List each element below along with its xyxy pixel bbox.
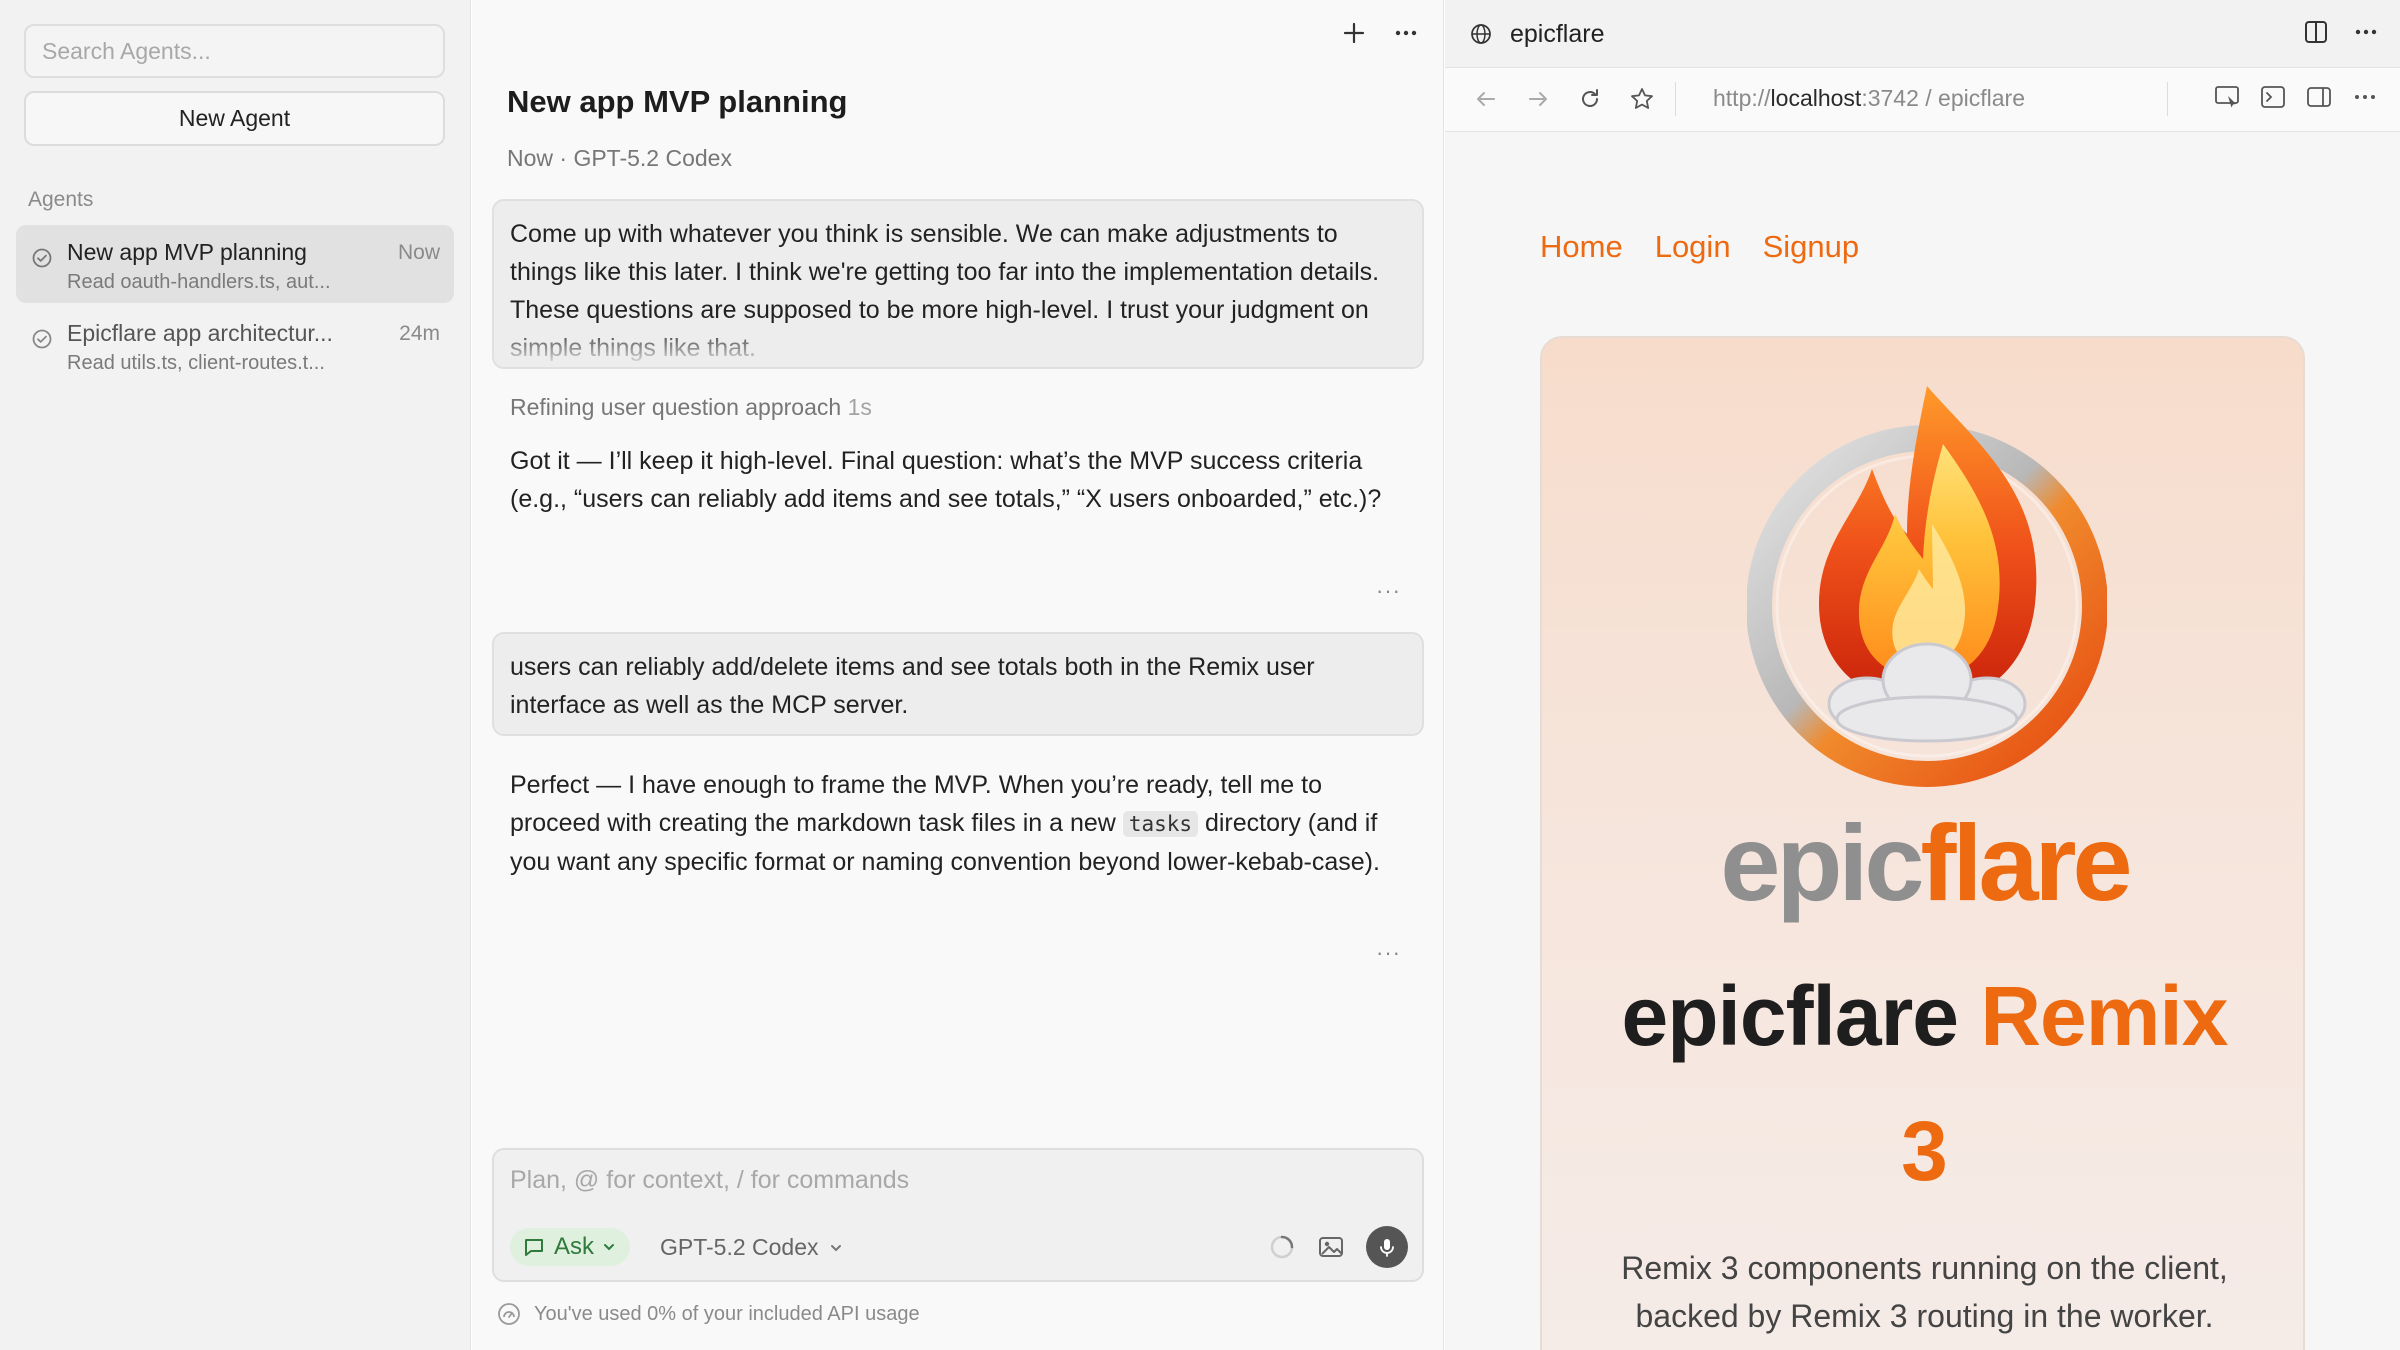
terminal-icon[interactable] [2258, 82, 2288, 112]
plus-icon[interactable] [1337, 16, 1371, 50]
more-horizontal-icon[interactable] [1389, 16, 1423, 50]
wordmark-flare: flare [1920, 802, 2132, 923]
check-circle-icon [32, 329, 52, 349]
chat-title: New app MVP planning [507, 84, 848, 119]
search-agents-input[interactable]: Search Agents... [24, 24, 445, 78]
prompt-input[interactable]: Plan, @ for context, / for commands [510, 1166, 909, 1195]
hero-version-number: 3 [1901, 1104, 1948, 1198]
forward-arrow-icon[interactable] [1521, 82, 1555, 116]
site-nav: Home Login Signup [1540, 229, 1859, 265]
split-view-icon[interactable] [2302, 18, 2330, 46]
chat-bubble-icon [525, 1239, 543, 1256]
agent-item-epicflare-architecture[interactable]: Epicflare app architectur... 24m Read ut… [16, 306, 454, 384]
user-message[interactable]: users can reliably add/delete items and … [492, 632, 1424, 736]
spinner-icon [1270, 1235, 1294, 1259]
wordmark-epic: epic [1720, 802, 1924, 923]
agent-item-title: Epicflare app architectur... [67, 320, 333, 346]
agent-item-subtitle: Read oauth-handlers.ts, aut... [67, 271, 331, 293]
hero-title: epicflare Remix [1542, 968, 2307, 1065]
agent-item-time: Now [397, 241, 440, 264]
model-label: GPT-5.2 Codex [660, 1234, 819, 1260]
inspect-icon[interactable] [2212, 82, 2242, 112]
hero-title-main: epicflare [1621, 969, 1981, 1063]
reload-icon[interactable] [1573, 82, 1607, 116]
hero-description: Remix 3 components running on the client… [1621, 1250, 2228, 1334]
hero-card: epicflare epicflare Remix 3 Remix 3 comp… [1540, 336, 2305, 1350]
nav-link-home[interactable]: Home [1540, 229, 1623, 265]
epicflare-wordmark: epicflare [1542, 800, 2307, 925]
address-bar[interactable]: http://localhost:3742 / epicflare [1713, 85, 2025, 112]
agents-sidebar: Search Agents... New Agent Agents New ap… [0, 0, 471, 1350]
usage-info: You've used 0% of your included API usag… [496, 1301, 920, 1327]
thinking-label: Refining user question approach [510, 394, 842, 420]
image-icon[interactable] [1316, 1232, 1346, 1262]
mode-select[interactable]: Ask [510, 1228, 631, 1266]
usage-gauge-icon [498, 1303, 520, 1325]
back-arrow-icon[interactable] [1469, 82, 1503, 116]
thinking-status[interactable]: Refining user question approach 1s [510, 394, 872, 421]
microphone-icon[interactable] [1366, 1226, 1408, 1268]
nav-link-signup[interactable]: Signup [1763, 229, 1860, 265]
sidebar-icon[interactable] [2304, 82, 2334, 112]
browser-nav-bar: http://localhost:3742 / epicflare [1445, 68, 2400, 132]
epicflare-logo [1747, 386, 2107, 787]
url-prefix: http:// [1713, 85, 1771, 111]
agent-item-time: 24m [399, 322, 440, 345]
check-circle-icon [32, 248, 52, 268]
assistant-message: Perfect — I have enough to frame the MVP… [510, 766, 1410, 881]
chevron-down-icon [830, 1244, 841, 1251]
hero-title-accent: Remix [1980, 969, 2228, 1063]
browser-panel: epicflare http://localhost:3742 / epicfl… [1445, 0, 2400, 1350]
usage-text: You've used 0% of your included API usag… [534, 1302, 920, 1325]
chevron-down-icon [604, 1244, 615, 1251]
url-host: localhost [1770, 85, 1862, 111]
new-agent-button[interactable]: New Agent [24, 91, 445, 146]
browser-tab-title[interactable]: epicflare [1510, 20, 1605, 49]
agents-section-label: Agents [28, 188, 94, 211]
globe-icon [1471, 24, 1491, 44]
model-select[interactable]: GPT-5.2 Codex [660, 1234, 843, 1261]
browser-tab-bar: epicflare [1445, 0, 2400, 68]
user-message[interactable]: Come up with whatever you think is sensi… [492, 199, 1424, 369]
message-more-icon[interactable]: ··· [1376, 940, 1401, 966]
nav-link-login[interactable]: Login [1655, 229, 1731, 265]
inline-code: tasks [1122, 811, 1199, 837]
agent-item-new-app-mvp-planning[interactable]: New app MVP planning Now Read oauth-hand… [16, 225, 454, 303]
thinking-duration: 1s [847, 394, 872, 420]
composer: Plan, @ for context, / for commands Ask … [492, 1148, 1424, 1282]
agent-item-subtitle: Read utils.ts, client-routes.t... [67, 352, 325, 374]
url-rest: :3742 / epicflare [1861, 85, 2025, 111]
star-icon[interactable] [1625, 82, 1659, 116]
mode-label: Ask [554, 1233, 595, 1260]
more-horizontal-icon[interactable] [2350, 82, 2380, 112]
agent-item-title: New app MVP planning [67, 239, 307, 265]
assistant-message: Got it — I’ll keep it high-level. Final … [510, 447, 1382, 513]
message-more-icon[interactable]: ··· [1376, 578, 1401, 604]
more-horizontal-icon[interactable] [2352, 18, 2380, 46]
chat-panel: New app MVP planning Now · GPT-5.2 Codex… [472, 0, 1444, 1350]
chat-meta: Now · GPT-5.2 Codex [507, 145, 732, 171]
